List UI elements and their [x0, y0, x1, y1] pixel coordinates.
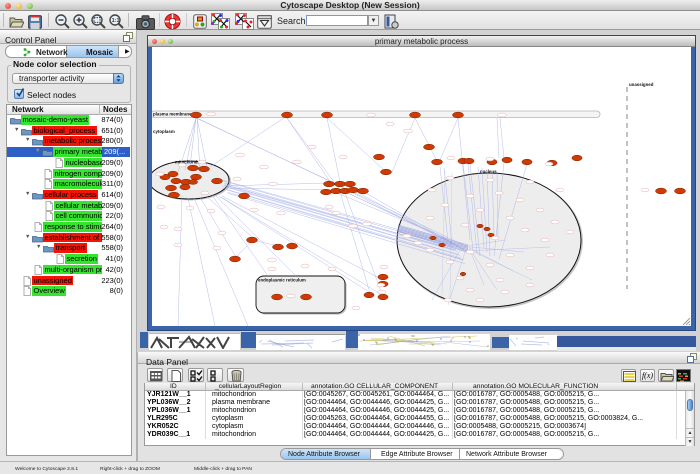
svg-text:unassigned: unassigned [629, 82, 654, 87]
svg-text:plasma membrane: plasma membrane [153, 112, 192, 117]
svg-text:endoplasmic reticulum: endoplasmic reticulum [258, 278, 306, 283]
svg-text:nucleus: nucleus [480, 169, 497, 174]
svg-text:cytoplasm: cytoplasm [153, 129, 175, 134]
